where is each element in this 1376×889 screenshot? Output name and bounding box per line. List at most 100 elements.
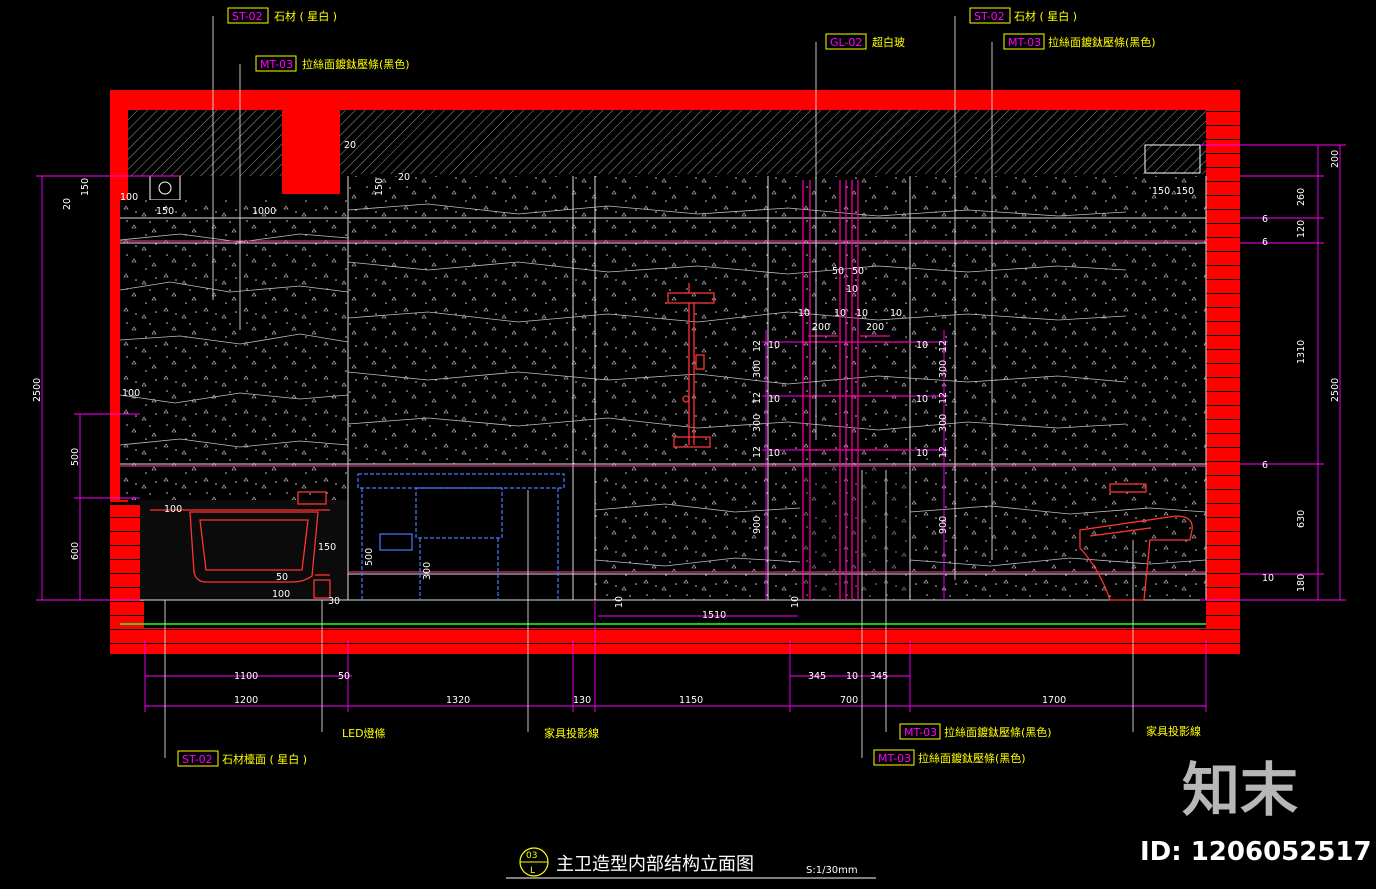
svg-text:2500: 2500	[1330, 378, 1341, 402]
svg-text:10: 10	[856, 308, 868, 319]
svg-text:1000: 1000	[252, 206, 276, 217]
svg-text:LED燈條: LED燈條	[342, 726, 386, 740]
svg-text:10: 10	[614, 596, 625, 608]
tag-top-right-1: ST-02 石材 ( 星白 )	[969, 7, 1077, 24]
svg-text:10: 10	[846, 284, 858, 295]
svg-text:6: 6	[1262, 214, 1268, 225]
svg-text:10: 10	[916, 394, 928, 405]
svg-text:12: 12	[938, 392, 949, 404]
svg-text:拉絲面鍍鈦壓條(黑色): 拉絲面鍍鈦壓條(黑色)	[1048, 35, 1156, 49]
tag-furniture-projection-1: 家具投影線	[544, 726, 599, 740]
svg-text:拉絲面鍍鈦壓條(黑色): 拉絲面鍍鈦壓條(黑色)	[918, 751, 1026, 765]
svg-text:1510: 1510	[702, 610, 726, 621]
tag-bottom-mt-2: MT-03 拉絲面鍍鈦壓條(黑色)	[873, 749, 1026, 766]
svg-text:10: 10	[916, 448, 928, 459]
svg-text:20: 20	[398, 172, 410, 183]
svg-text:12: 12	[938, 446, 949, 458]
svg-text:50: 50	[338, 671, 350, 682]
title-scale: S:1/30mm	[806, 865, 858, 876]
svg-text:150: 150	[318, 542, 336, 553]
drawing-title: 03 L 主卫造型内部结构立面图 S:1/30mm	[506, 847, 876, 879]
svg-text:100: 100	[122, 388, 140, 399]
svg-text:10: 10	[1262, 573, 1274, 584]
svg-text:12: 12	[938, 340, 949, 352]
svg-text:MT-03: MT-03	[904, 726, 937, 739]
svg-text:1150: 1150	[679, 695, 703, 706]
tag-led-strip: LED燈條	[342, 726, 386, 740]
svg-text:50: 50	[852, 266, 864, 277]
svg-text:MT-03: MT-03	[1008, 36, 1041, 49]
svg-text:ST-02: ST-02	[232, 10, 263, 23]
title-text: 主卫造型内部结构立面图	[556, 854, 754, 875]
svg-text:345: 345	[808, 671, 826, 682]
svg-text:10: 10	[768, 394, 780, 405]
svg-text:12: 12	[752, 446, 763, 458]
svg-text:1700: 1700	[1042, 695, 1066, 706]
svg-text:150: 150	[1176, 186, 1194, 197]
svg-text:300: 300	[752, 360, 763, 378]
svg-text:1320: 1320	[446, 695, 470, 706]
watermark-brand: 知末	[1182, 756, 1298, 824]
svg-text:10: 10	[768, 448, 780, 459]
svg-text:MT-03: MT-03	[878, 752, 911, 765]
svg-text:10: 10	[768, 340, 780, 351]
sheet-ref: L	[530, 866, 535, 876]
svg-text:MT-03: MT-03	[260, 58, 293, 71]
svg-text:12: 12	[752, 340, 763, 352]
tag-stone-countertop: ST-02 石材檯面 ( 星白 )	[177, 750, 307, 767]
watermark: 知末 ID: 1206052517	[1140, 756, 1372, 867]
svg-text:50: 50	[832, 266, 844, 277]
svg-text:1100: 1100	[234, 671, 258, 682]
svg-text:345: 345	[870, 671, 888, 682]
tag-top-left-1: ST-02 石材 ( 星白 )	[227, 7, 337, 24]
svg-text:200: 200	[1330, 150, 1341, 168]
svg-text:700: 700	[840, 695, 858, 706]
svg-text:30: 30	[328, 596, 340, 607]
svg-text:10: 10	[834, 308, 846, 319]
svg-text:石材檯面 ( 星白 ): 石材檯面 ( 星白 )	[222, 752, 307, 766]
svg-text:100: 100	[272, 589, 290, 600]
svg-text:180: 180	[1296, 574, 1307, 592]
svg-text:150: 150	[80, 178, 91, 196]
svg-text:10: 10	[790, 596, 801, 608]
svg-text:10: 10	[890, 308, 902, 319]
svg-text:300: 300	[752, 414, 763, 432]
svg-text:500: 500	[70, 448, 81, 466]
svg-text:6: 6	[1262, 460, 1268, 471]
tag-top-left-2: MT-03 拉絲面鍍鈦壓條(黑色)	[255, 55, 410, 72]
svg-text:630: 630	[1296, 510, 1307, 528]
svg-text:50: 50	[276, 572, 288, 583]
svg-text:ST-02: ST-02	[974, 10, 1005, 23]
svg-text:超白玻: 超白玻	[872, 35, 905, 49]
svg-text:120: 120	[1296, 220, 1307, 238]
svg-text:家具投影線: 家具投影線	[544, 726, 599, 740]
svg-text:200: 200	[812, 322, 830, 333]
svg-text:拉絲面鍍鈦壓條(黑色): 拉絲面鍍鈦壓條(黑色)	[302, 57, 410, 71]
tag-top-right-2: MT-03 拉絲面鍍鈦壓條(黑色)	[1003, 33, 1156, 50]
svg-text:1310: 1310	[1296, 340, 1307, 364]
svg-text:900: 900	[938, 516, 949, 534]
svg-text:10: 10	[916, 340, 928, 351]
stone-wall	[119, 176, 1207, 625]
watermark-id: ID: 1206052517	[1140, 837, 1372, 867]
svg-text:300: 300	[422, 562, 433, 580]
svg-text:GL-02: GL-02	[830, 36, 862, 49]
svg-text:500: 500	[364, 548, 375, 566]
vanity-projection	[357, 473, 565, 600]
view-number: 03	[526, 851, 537, 861]
svg-text:石材 ( 星白 ): 石材 ( 星白 )	[1014, 9, 1077, 23]
svg-text:150: 150	[156, 206, 174, 217]
tag-top-mid: GL-02 超白玻	[825, 33, 905, 50]
svg-text:20: 20	[62, 198, 73, 210]
svg-text:200: 200	[866, 322, 884, 333]
svg-text:100: 100	[164, 504, 182, 515]
svg-text:900: 900	[752, 516, 763, 534]
svg-text:2500: 2500	[32, 378, 43, 402]
svg-text:100: 100	[120, 192, 138, 203]
svg-text:600: 600	[70, 542, 81, 560]
svg-text:石材 ( 星白 ): 石材 ( 星白 )	[274, 9, 337, 23]
svg-text:300: 300	[938, 414, 949, 432]
tag-furniture-projection-2: 家具投影線	[1146, 724, 1201, 738]
tag-bottom-mt-1: MT-03 拉絲面鍍鈦壓條(黑色)	[899, 723, 1052, 740]
svg-text:1200: 1200	[234, 695, 258, 706]
